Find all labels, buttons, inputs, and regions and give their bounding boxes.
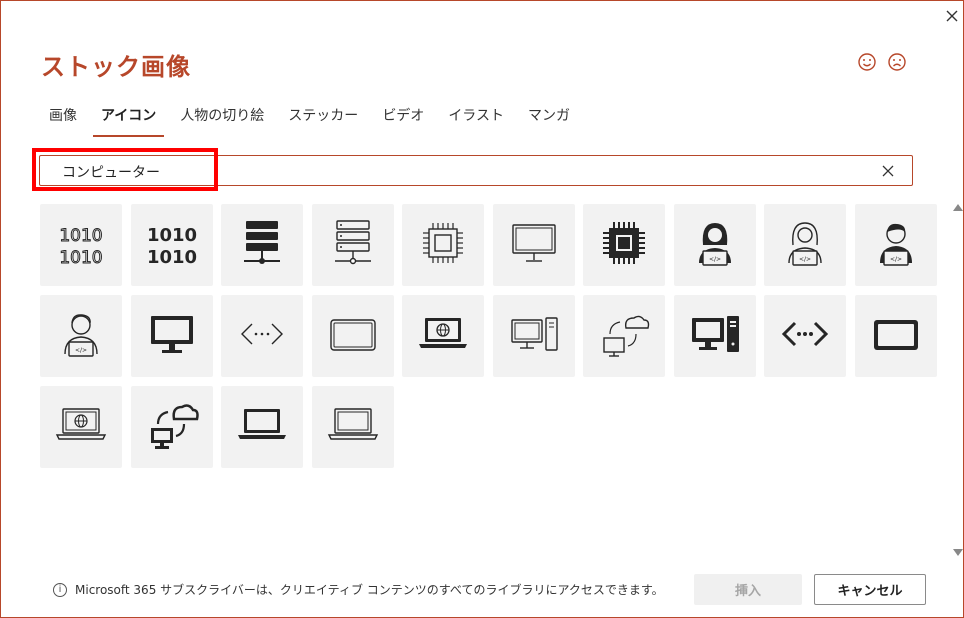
icon-tile[interactable] <box>130 386 213 468</box>
programmer-woman-outline-icon: </> <box>777 215 833 275</box>
subscriber-info: i Microsoft 365 サブスクライバーは、クリエイティブ コンテンツの… <box>53 581 664 598</box>
cpu-chip-outline-icon <box>415 215 471 275</box>
icon-tile[interactable]: </> <box>673 204 756 286</box>
svg-text:</>: </> <box>708 256 720 263</box>
insert-button[interactable]: 挿入 <box>694 574 802 605</box>
icon-tile[interactable] <box>221 386 303 468</box>
category-tabs: 画像 アイコン 人物の切り絵 ステッカー ビデオ イラスト マンガ <box>41 103 586 137</box>
icon-tile[interactable] <box>221 295 303 377</box>
monitor-bold-icon <box>144 306 200 366</box>
icon-tile[interactable]: </> <box>854 204 937 286</box>
frown-icon[interactable] <box>886 51 908 73</box>
tab-icons[interactable]: アイコン <box>93 103 165 137</box>
svg-text:1010: 1010 <box>59 226 102 246</box>
icon-tile[interactable] <box>764 295 846 377</box>
icon-tile[interactable] <box>673 295 756 377</box>
code-outline-icon <box>234 306 290 366</box>
binary-outline-icon: 1010 1010 <box>53 215 109 275</box>
svg-text:1010: 1010 <box>146 247 196 268</box>
clear-search-icon[interactable] <box>878 161 898 181</box>
icon-tile[interactable] <box>854 295 937 377</box>
icon-tile[interactable] <box>311 295 394 377</box>
icon-tile[interactable] <box>492 204 575 286</box>
desktop-tower-bold-icon <box>687 306 743 366</box>
laptop-bold-icon <box>234 397 290 457</box>
tablet-outline-icon <box>325 306 381 366</box>
subscriber-info-text: Microsoft 365 サブスクライバーは、クリエイティブ コンテンツのすべ… <box>75 583 664 597</box>
svg-text:</>: </> <box>75 347 87 354</box>
icon-tile[interactable] <box>221 204 303 286</box>
laptop-outline-icon <box>325 397 381 457</box>
icon-tile[interactable] <box>311 386 394 468</box>
tab-illustrations[interactable]: イラスト <box>440 103 512 137</box>
programmer-woman-bold-icon: </> <box>687 215 743 275</box>
tab-videos[interactable]: ビデオ <box>374 103 432 137</box>
programmer-man-bold-icon: </> <box>868 215 924 275</box>
laptop-globe-outline-icon <box>53 397 109 457</box>
info-icon: i <box>53 582 67 597</box>
scroll-down-arrow[interactable] <box>953 549 963 556</box>
icon-tile[interactable]: </> <box>764 204 846 286</box>
server-stack-outline-icon <box>325 215 381 275</box>
scroll-up-arrow[interactable] <box>953 204 963 211</box>
close-icon[interactable] <box>941 5 963 27</box>
smile-icon[interactable] <box>856 51 878 73</box>
icon-tile[interactable] <box>130 295 213 377</box>
cloud-sync-outline-icon <box>596 306 652 366</box>
icon-tile[interactable] <box>583 204 665 286</box>
icon-tile[interactable] <box>402 204 484 286</box>
desktop-tower-outline-icon <box>506 306 562 366</box>
search-box <box>39 155 913 186</box>
monitor-outline-icon <box>506 215 562 275</box>
dialog-title: ストック画像 <box>41 53 191 81</box>
server-stack-bold-icon <box>234 215 290 275</box>
feedback-group <box>856 51 908 73</box>
code-bold-icon <box>777 306 833 366</box>
icon-tile[interactable] <box>402 295 484 377</box>
binary-bold-icon: 1010 1010 <box>144 215 200 275</box>
stock-images-dialog: ストック画像 画像 アイコン 人物の切り絵 ステッカー ビデオ イラスト マンガ… <box>0 0 964 618</box>
svg-text:</>: </> <box>799 256 811 263</box>
icon-tile[interactable] <box>40 386 122 468</box>
laptop-globe-bold-icon <box>415 306 471 366</box>
icon-tile[interactable]: </> <box>40 295 122 377</box>
icon-tile[interactable] <box>311 204 394 286</box>
svg-text:1010: 1010 <box>146 225 196 246</box>
icon-tile[interactable] <box>583 295 665 377</box>
programmer-man-outline-icon: </> <box>53 306 109 366</box>
tab-cartoons[interactable]: マンガ <box>520 103 578 137</box>
tab-cutout-people[interactable]: 人物の切り絵 <box>172 103 272 137</box>
svg-text:1010: 1010 <box>59 248 102 268</box>
icon-tile[interactable] <box>492 295 575 377</box>
search-input[interactable] <box>60 161 824 183</box>
tablet-bold-icon <box>868 306 924 366</box>
svg-text:</>: </> <box>889 256 901 263</box>
icon-tile[interactable]: 1010 1010 <box>130 204 213 286</box>
tab-stickers[interactable]: ステッカー <box>280 103 366 137</box>
cpu-chip-bold-icon <box>596 215 652 275</box>
cloud-sync-bold-icon <box>144 397 200 457</box>
cancel-button[interactable]: キャンセル <box>814 574 926 605</box>
icon-tile[interactable]: 1010 1010 <box>40 204 122 286</box>
tab-images[interactable]: 画像 <box>41 103 85 137</box>
